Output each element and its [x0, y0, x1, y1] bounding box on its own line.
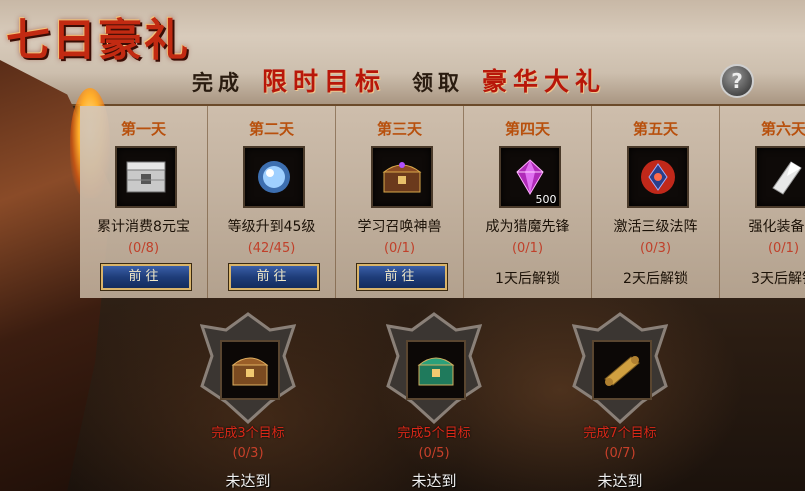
- gem-purple-icon[interactable]: 500: [498, 146, 561, 208]
- day-title: 第六天: [760, 120, 805, 138]
- reward-condition: 完成3个目标: [211, 426, 285, 441]
- item-quantity: 500: [535, 193, 557, 206]
- slogan-complete: 完成: [192, 71, 244, 95]
- unlock-countdown: 3天后解锁: [751, 271, 805, 287]
- day-column-5: 第五天 激活三级法阵 (0/3) 2天后解锁: [592, 106, 720, 298]
- day-title: 第二天: [248, 120, 294, 138]
- day-column-2: 第二天 等级升到45级 (42/45) 前往: [208, 106, 336, 298]
- task-label: 学习召唤神兽: [357, 219, 442, 235]
- event-slogan: 完成 限时目标 领取 豪华大礼: [192, 62, 606, 98]
- reward-progress: (0/7): [604, 446, 636, 461]
- task-label: 强化装备到: [748, 219, 805, 235]
- orb-blue-icon[interactable]: [242, 146, 305, 208]
- goto-button[interactable]: 前往: [356, 264, 447, 290]
- reward-condition: 完成7个目标: [583, 426, 657, 441]
- chest-purple-icon[interactable]: [370, 146, 433, 208]
- task-progress: (0/1): [767, 241, 800, 256]
- task-label: 成为猎魔先锋: [485, 219, 570, 235]
- jade-chest-icon[interactable]: [406, 340, 466, 400]
- reward-status[interactable]: 未达到: [178, 470, 318, 491]
- crystal-white-icon[interactable]: [754, 146, 805, 208]
- milestone-reward-3: 完成7个目标 (0/7) 未达到: [550, 312, 690, 491]
- task-progress: (0/3): [639, 241, 672, 256]
- header-banner: 七日豪礼 完成 限时目标 领取 豪华大礼 ?: [0, 0, 805, 106]
- task-label: 等级升到45级: [227, 219, 316, 235]
- reward-status[interactable]: 未达到: [550, 470, 690, 491]
- goto-button[interactable]: 前往: [228, 264, 319, 290]
- golden-scroll-icon[interactable]: [592, 340, 652, 400]
- day-title: 第三天: [376, 120, 422, 138]
- milestone-reward-2: 完成5个目标 (0/5) 未达到: [364, 312, 504, 491]
- day-column-1: 第一天 累计消费8元宝 (0/8) 前往: [80, 106, 208, 298]
- day-title: 第四天: [504, 120, 550, 138]
- unlock-countdown: 1天后解锁: [495, 271, 560, 287]
- reward-progress: (0/5): [418, 446, 450, 461]
- task-progress: (0/1): [511, 241, 544, 256]
- day-title: 第五天: [632, 120, 678, 138]
- task-progress: (0/8): [127, 241, 160, 256]
- day-column-3: 第三天 学习召唤神兽 (0/1) 前往: [336, 106, 464, 298]
- slogan-target: 限时目标: [262, 67, 387, 96]
- day-column-4: 第四天 500 成为猎魔先锋 (0/1) 1天后解锁: [464, 106, 592, 298]
- unlock-countdown: 2天后解锁: [623, 271, 688, 287]
- slogan-claim: 领取: [412, 71, 465, 95]
- treasure-chest-icon[interactable]: [220, 340, 280, 400]
- reward-progress: (0/3): [232, 446, 264, 461]
- chest-silver-icon[interactable]: [114, 146, 177, 208]
- milestone-reward-1: 完成3个目标 (0/3) 未达到: [178, 312, 318, 491]
- task-label: 累计消费8元宝: [97, 219, 190, 235]
- day-column-6: 第六天 强化装备到 (0/1) 3天后解锁: [720, 106, 805, 298]
- task-progress: (42/45): [247, 241, 296, 256]
- day-title: 第一天: [120, 120, 166, 138]
- gem-red-blue-icon[interactable]: [626, 146, 689, 208]
- task-label: 激活三级法阵: [613, 219, 698, 235]
- seven-day-event-panel: 七日豪礼 完成 限时目标 领取 豪华大礼 ? 第一天 累计消费8元宝 (0/8)…: [0, 0, 805, 491]
- event-title: 七日豪礼: [6, 15, 190, 66]
- reward-condition: 完成5个目标: [397, 426, 471, 441]
- daily-tasks-row: 第一天 累计消费8元宝 (0/8) 前往 第二天 等级升到45级 (42/45)…: [80, 106, 805, 298]
- help-icon[interactable]: ?: [720, 64, 754, 98]
- slogan-gift: 豪华大礼: [482, 67, 607, 96]
- goto-button[interactable]: 前往: [100, 264, 191, 290]
- task-progress: (0/1): [383, 241, 416, 256]
- reward-status[interactable]: 未达到: [364, 470, 504, 491]
